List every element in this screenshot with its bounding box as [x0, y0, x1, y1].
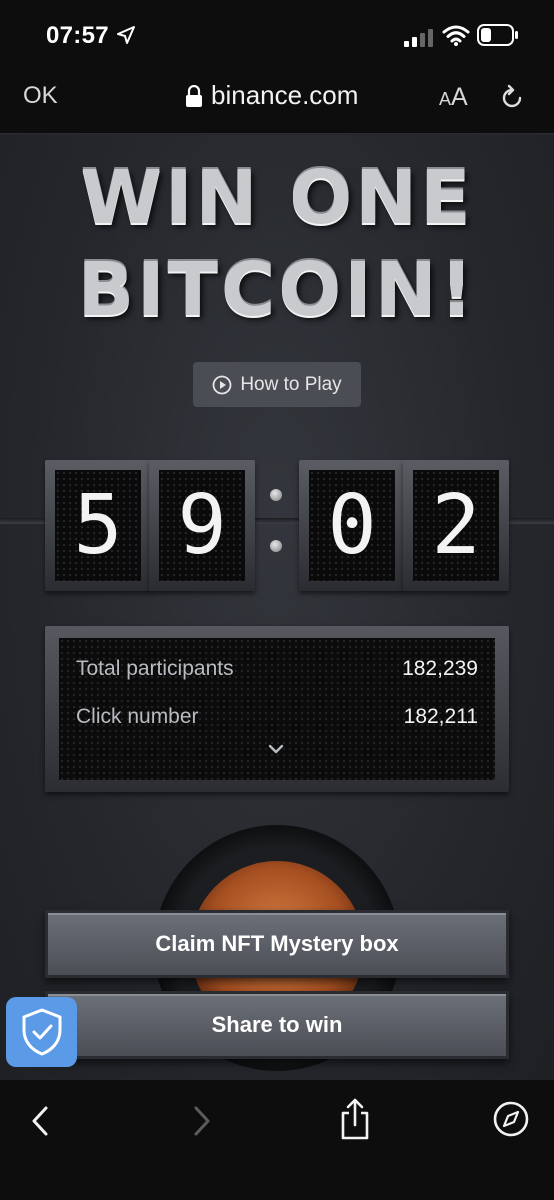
stats-panel: Total participants 182,239 Click number … — [45, 626, 509, 792]
play-circle-icon — [212, 375, 232, 394]
share-icon[interactable] — [338, 1098, 372, 1140]
timer-digit-3: 0 — [299, 460, 405, 591]
headline-line-1: WIN ONE — [80, 155, 474, 241]
address-field[interactable]: binance.com — [185, 80, 358, 111]
security-badge[interactable] — [6, 997, 77, 1067]
browser-toolbar — [0, 1080, 554, 1200]
click-number-label: Click number — [76, 705, 199, 728]
timer-digit-1: 5 — [45, 460, 151, 591]
timer-colon-bottom — [270, 540, 282, 552]
participants-label: Total participants — [76, 657, 234, 680]
text-size-small-glyph: A — [439, 89, 452, 109]
browser-url-bar: OK binance.com AA — [0, 70, 554, 134]
how-to-play-label: How to Play — [240, 373, 342, 395]
compass-icon[interactable] — [493, 1101, 529, 1137]
game-page: WIN ONE BITCOIN! How to Play 5 9 0 2 Tot… — [0, 135, 554, 1080]
reload-icon[interactable] — [498, 84, 526, 112]
timer-digit-2: 9 — [149, 460, 255, 591]
how-to-play-button[interactable]: How to Play — [193, 362, 361, 407]
headline: WIN ONE BITCOIN! — [0, 152, 554, 336]
headline-line-2: BITCOIN! — [77, 247, 477, 333]
timer-digit-4: 2 — [403, 460, 509, 591]
chevron-down-icon[interactable] — [267, 742, 285, 756]
status-bar: 07:57 — [0, 0, 554, 70]
share-to-win-button[interactable]: Share to win — [45, 991, 509, 1059]
wifi-icon — [442, 25, 470, 46]
participants-value: 182,239 — [402, 657, 478, 680]
shield-check-icon — [22, 1008, 61, 1056]
text-size-big-glyph: A — [451, 83, 468, 111]
lock-icon — [186, 84, 202, 107]
url-text: binance.com — [211, 80, 359, 110]
timer-colon-top — [270, 489, 282, 501]
battery-icon — [477, 24, 518, 46]
click-number-value: 182,211 — [403, 705, 478, 728]
claim-nft-button[interactable]: Claim NFT Mystery box — [45, 910, 509, 978]
ok-button[interactable]: OK — [23, 82, 58, 110]
text-size-button[interactable]: AA — [439, 83, 468, 112]
location-arrow-icon — [117, 26, 135, 44]
forward-icon[interactable] — [190, 1104, 214, 1138]
status-time: 07:57 — [46, 22, 109, 49]
back-icon[interactable] — [28, 1104, 52, 1138]
signal-icon — [404, 29, 433, 47]
